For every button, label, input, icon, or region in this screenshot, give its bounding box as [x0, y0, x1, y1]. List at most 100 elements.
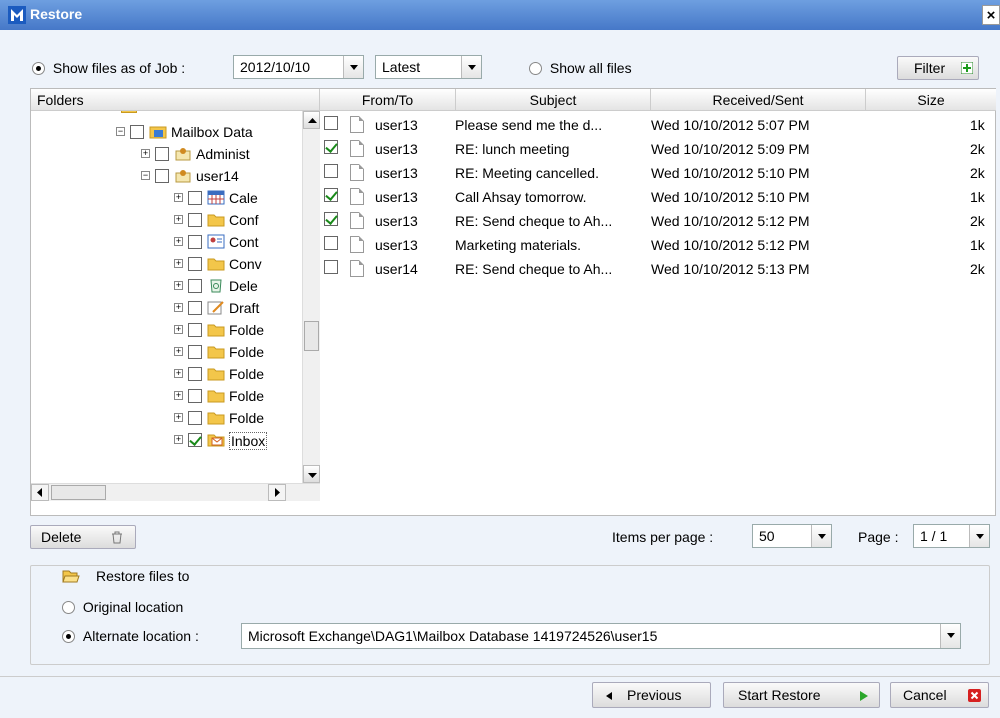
items-per-page-label: Items per page :	[612, 529, 714, 545]
tree-horizontal-scrollbar[interactable]	[31, 483, 320, 501]
row-checkbox[interactable]	[324, 164, 338, 178]
table-row[interactable]: user13 Marketing materials. Wed 10/10/20…	[320, 235, 996, 256]
row-date: Wed 10/10/2012 5:12 PM	[651, 237, 810, 253]
version-select[interactable]: Latest	[375, 55, 482, 79]
row-subject: RE: lunch meeting	[455, 141, 570, 157]
expand-icon[interactable]: +	[141, 149, 150, 158]
expand-icon[interactable]: +	[174, 391, 183, 400]
tree-node-label: Inbox	[229, 432, 268, 450]
table-row[interactable]: user13 Call Ahsay tomorrow. Wed 10/10/20…	[320, 187, 996, 208]
radio-selected-indicator	[32, 61, 45, 75]
chevron-down-icon[interactable]	[940, 624, 960, 648]
tree-node-label: Dele	[229, 278, 258, 294]
scroll-thumb[interactable]	[304, 321, 319, 351]
tree-checkbox[interactable]	[155, 147, 169, 161]
tree-checkbox[interactable]	[188, 389, 202, 403]
expand-icon[interactable]: +	[174, 215, 183, 224]
show-as-of-job-radio[interactable]: Show files as of Job :	[32, 59, 185, 76]
tree-checkbox[interactable]	[130, 125, 144, 139]
expand-icon[interactable]: +	[174, 259, 183, 268]
tree-checkbox[interactable]	[188, 301, 202, 315]
document-icon	[350, 116, 364, 133]
folder-tree[interactable]: − Mailbox Data + Administ − user14 + Cal…	[31, 111, 302, 483]
tree-checkbox[interactable]	[188, 345, 202, 359]
tree-checkbox[interactable]	[188, 213, 202, 227]
chevron-down-icon[interactable]	[811, 525, 831, 547]
row-size: 1k	[970, 237, 985, 253]
table-row[interactable]: user13 RE: Send cheque to Ah... Wed 10/1…	[320, 211, 996, 232]
user-mailbox-icon	[175, 170, 191, 183]
alternate-location-radio[interactable]: Alternate location :	[62, 627, 199, 644]
close-button[interactable]: ×	[982, 5, 1000, 25]
tree-checkbox[interactable]	[188, 323, 202, 337]
delete-button[interactable]: Delete	[30, 525, 136, 549]
column-header-received-sent[interactable]: Received/Sent	[651, 89, 866, 111]
chevron-down-icon[interactable]	[969, 525, 989, 547]
scroll-up-arrow[interactable]	[303, 111, 320, 129]
chevron-down-icon[interactable]	[343, 56, 363, 78]
file-list: From/To Subject Received/Sent Size user1…	[320, 89, 996, 515]
table-row[interactable]: user13 Please send me the d... Wed 10/10…	[320, 115, 996, 136]
document-icon	[350, 164, 364, 181]
start-restore-button[interactable]: Start Restore	[723, 682, 880, 708]
tree-checkbox[interactable]	[188, 257, 202, 271]
chevron-left-icon[interactable]	[31, 484, 49, 501]
row-checkbox[interactable]	[324, 260, 338, 274]
filter-button[interactable]: Filter	[897, 56, 979, 80]
column-header-subject[interactable]: Subject	[456, 89, 651, 111]
row-subject: RE: Send cheque to Ah...	[455, 261, 613, 277]
radio-unselected-indicator	[529, 61, 542, 75]
document-icon	[350, 212, 364, 229]
expand-icon[interactable]: +	[174, 435, 183, 444]
radio-unselected-indicator	[62, 600, 75, 614]
tree-node-mailbox-database[interactable]: − Mailbox Data	[116, 121, 302, 143]
expand-icon[interactable]: +	[174, 413, 183, 422]
version-value: Latest	[382, 59, 421, 75]
tree-checkbox[interactable]	[188, 367, 202, 381]
tree-checkbox[interactable]	[188, 279, 202, 293]
tree-checkbox[interactable]	[188, 191, 202, 205]
collapse-icon[interactable]: −	[141, 171, 150, 180]
items-per-page-select[interactable]: 50	[752, 524, 832, 548]
table-row[interactable]: user13 RE: Meeting cancelled. Wed 10/10/…	[320, 163, 996, 184]
previous-button[interactable]: Previous	[592, 682, 711, 708]
chevron-down-icon[interactable]	[461, 56, 481, 78]
tree-node-label: Folde	[229, 344, 265, 360]
tree-checkbox[interactable]	[155, 169, 169, 183]
mailbox-database-icon	[149, 126, 167, 139]
table-row[interactable]: user13 RE: lunch meeting Wed 10/10/2012 …	[320, 139, 996, 160]
cancel-button[interactable]: Cancel	[890, 682, 989, 708]
expand-icon[interactable]: +	[174, 281, 183, 290]
expand-icon[interactable]: +	[174, 369, 183, 378]
page-select[interactable]: 1 / 1	[913, 524, 990, 548]
alternate-location-select[interactable]: Microsoft Exchange\DAG1\Mailbox Database…	[241, 623, 961, 649]
tree-checkbox[interactable]	[188, 235, 202, 249]
row-checkbox[interactable]	[324, 212, 338, 226]
scroll-thumb[interactable]	[51, 485, 106, 500]
expand-icon[interactable]: +	[174, 325, 183, 334]
column-header-size[interactable]: Size	[866, 89, 996, 111]
tree-vertical-scrollbar[interactable]	[302, 111, 320, 483]
page-label: Page :	[858, 529, 899, 545]
scroll-down-arrow[interactable]	[303, 465, 320, 483]
collapse-icon[interactable]: −	[116, 127, 125, 136]
chevron-right-icon[interactable]	[268, 484, 286, 501]
row-checkbox[interactable]	[324, 116, 338, 130]
tree-checkbox[interactable]	[188, 433, 202, 447]
tree-checkbox[interactable]	[188, 411, 202, 425]
original-location-radio[interactable]: Original location	[62, 598, 183, 615]
tree-node-label: Conf	[229, 212, 259, 228]
job-date-select[interactable]: 2012/10/10	[233, 55, 364, 79]
expand-icon[interactable]: +	[174, 193, 183, 202]
column-header-from-to[interactable]: From/To	[320, 89, 456, 111]
row-checkbox[interactable]	[324, 236, 338, 250]
expand-icon[interactable]: +	[174, 237, 183, 246]
restore-files-to-heading: Restore files to	[56, 566, 189, 586]
expand-icon[interactable]: +	[174, 303, 183, 312]
show-all-files-radio[interactable]: Show all files	[529, 59, 632, 76]
table-row[interactable]: user14 RE: Send cheque to Ah... Wed 10/1…	[320, 259, 996, 280]
row-checkbox[interactable]	[324, 140, 338, 154]
folders-header: Folders	[31, 89, 320, 111]
row-checkbox[interactable]	[324, 188, 338, 202]
expand-icon[interactable]: +	[174, 347, 183, 356]
